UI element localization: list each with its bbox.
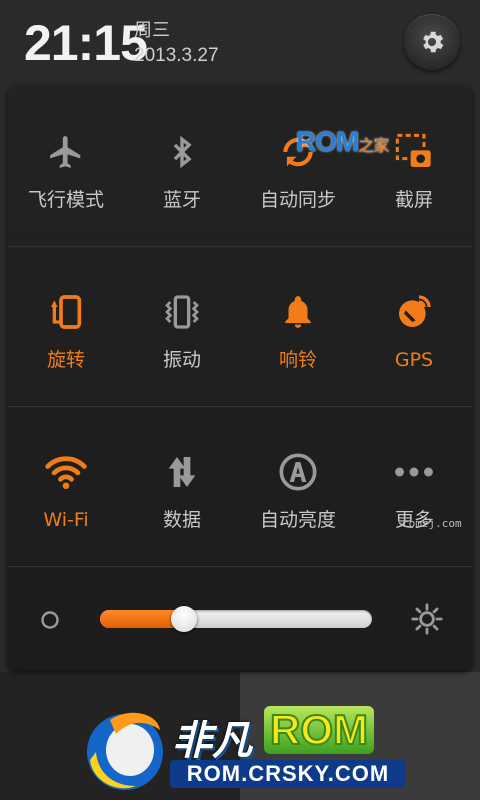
- status-header: 21:15 周三 2013.3.27: [0, 0, 480, 86]
- quick-settings-panel: 飞行模式 蓝牙 自动同步 截屏 旋转 振动 响铃 GPS Wi-Fi 数据 自动…: [8, 86, 472, 670]
- toggle-gps[interactable]: GPS: [356, 246, 472, 406]
- rotate-icon: [51, 295, 82, 329]
- settings-button[interactable]: [404, 14, 460, 70]
- screenshot-icon: [395, 133, 431, 167]
- logo-url: ROM.CRSKY.COM: [170, 760, 406, 788]
- toggle-airplane[interactable]: 飞行模式: [8, 86, 124, 246]
- toggle-label: 数据: [162, 509, 201, 531]
- toggle-vibrate[interactable]: 振动: [124, 246, 240, 406]
- toggle-label: 飞行模式: [27, 189, 104, 211]
- toggle-screenshot[interactable]: 截屏: [356, 86, 472, 246]
- more-icon: [395, 467, 433, 477]
- toggle-label: 响铃: [278, 349, 317, 371]
- brightness-high-icon: [411, 603, 443, 635]
- row-divider: [8, 566, 472, 567]
- clock-time: 21:15: [24, 15, 148, 71]
- rom-watermark-top: ROM之家: [296, 126, 389, 166]
- wifi-icon: [45, 456, 87, 490]
- airplane-icon: [50, 136, 81, 168]
- brightness-slider[interactable]: [100, 606, 372, 632]
- toggle-label: 自动亮度: [259, 509, 336, 531]
- auto-brightness-icon: [279, 453, 317, 491]
- toggle-more[interactable]: 更多: [356, 406, 472, 566]
- bell-icon: [285, 296, 311, 328]
- date-label: 2013.3.27: [134, 45, 219, 66]
- vibrate-icon: [165, 295, 199, 329]
- logo-name: 非凡: [172, 719, 252, 763]
- toggle-wifi[interactable]: Wi-Fi: [8, 406, 124, 566]
- watermark-rom-text: ROM: [296, 126, 359, 157]
- toggle-label: 振动: [162, 349, 201, 371]
- toggle-auto-sync[interactable]: 自动同步: [240, 86, 356, 246]
- toggle-label: GPS: [394, 349, 434, 371]
- gps-icon: [399, 295, 431, 327]
- watermark-zhijia-text: 之家: [358, 138, 389, 155]
- weekday-label: 周三: [134, 20, 170, 41]
- logo-swirl-icon: [87, 712, 163, 790]
- gear-icon: [423, 31, 444, 53]
- brightness-slider-thumb[interactable]: [171, 606, 198, 632]
- toggle-label: 截屏: [394, 189, 433, 211]
- watermark-site: romzj.com: [402, 517, 462, 530]
- toggle-auto-brightness[interactable]: 自动亮度: [240, 406, 356, 566]
- crsky-rom-logo: 非凡 ROM ROM.CRSKY.COM: [80, 700, 410, 796]
- toggle-label: Wi-Fi: [43, 509, 89, 531]
- toggle-label: 蓝牙: [162, 189, 201, 211]
- brightness-low-icon: [41, 611, 59, 629]
- toggle-ringer[interactable]: 响铃: [240, 246, 356, 406]
- toggle-label: 自动同步: [259, 189, 336, 211]
- toggle-bluetooth[interactable]: 蓝牙: [124, 86, 240, 246]
- toggle-mobile-data[interactable]: 数据: [124, 406, 240, 566]
- bluetooth-icon: [173, 135, 192, 169]
- toggle-rotate[interactable]: 旋转: [8, 246, 124, 406]
- toggle-label: 旋转: [46, 349, 85, 371]
- data-icon: [168, 457, 196, 487]
- logo-rom: ROM: [264, 705, 374, 754]
